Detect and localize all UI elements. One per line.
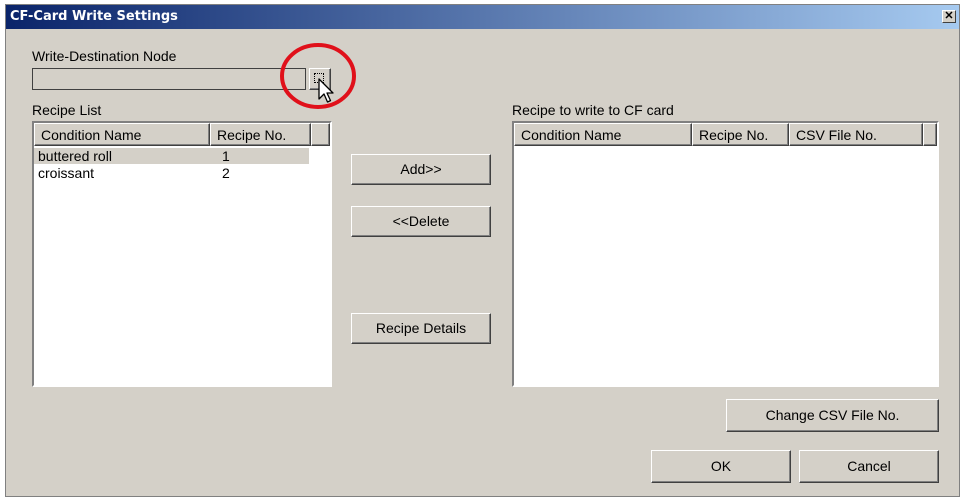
write-list-label: Recipe to write to CF card	[512, 102, 674, 118]
cf-card-write-settings-dialog: CF-Card Write Settings ✕ Write-Destinati…	[5, 4, 960, 497]
recipe-no-cell: 1	[222, 148, 230, 164]
column-header-recipe-no[interactable]: Recipe No.	[210, 123, 311, 146]
write-destination-node-label: Write-Destination Node	[32, 48, 177, 64]
add-button[interactable]: Add>>	[351, 154, 491, 185]
recipe-list-label: Recipe List	[32, 102, 102, 118]
write-list-header: Condition Name Recipe No. CSV File No.	[514, 123, 937, 146]
recipe-name-cell: buttered roll	[38, 148, 112, 164]
recipe-row[interactable]: buttered roll 1	[34, 148, 309, 164]
recipe-list[interactable]: Condition Name Recipe No. buttered roll …	[32, 121, 332, 387]
column-header-condition-name[interactable]: Condition Name	[34, 123, 210, 146]
column-header-csv-file-no[interactable]: CSV File No.	[789, 123, 923, 146]
window-title: CF-Card Write Settings	[10, 9, 178, 24]
change-csv-file-no-button[interactable]: Change CSV File No.	[726, 399, 939, 432]
arrow-cursor-icon	[318, 78, 334, 103]
delete-button[interactable]: <<Delete	[351, 206, 491, 237]
column-header-recipe-no[interactable]: Recipe No.	[692, 123, 789, 146]
recipe-no-cell: 2	[222, 165, 230, 181]
recipe-details-button[interactable]: Recipe Details	[351, 313, 491, 344]
column-header-condition-name[interactable]: Condition Name	[514, 123, 692, 146]
close-icon: ✕	[944, 10, 954, 22]
recipe-list-header: Condition Name Recipe No.	[34, 123, 330, 146]
column-header-filler	[311, 123, 330, 146]
close-button[interactable]: ✕	[942, 10, 956, 23]
recipe-row[interactable]: croissant 2	[34, 165, 309, 181]
cancel-button[interactable]: Cancel	[799, 450, 939, 483]
column-header-filler	[923, 123, 937, 146]
write-destination-node-field[interactable]	[32, 68, 306, 90]
recipe-name-cell: croissant	[38, 165, 95, 181]
ok-button[interactable]: OK	[651, 450, 791, 483]
title-bar[interactable]: CF-Card Write Settings ✕	[6, 5, 959, 29]
write-to-cf-card-list[interactable]: Condition Name Recipe No. CSV File No.	[512, 121, 939, 387]
